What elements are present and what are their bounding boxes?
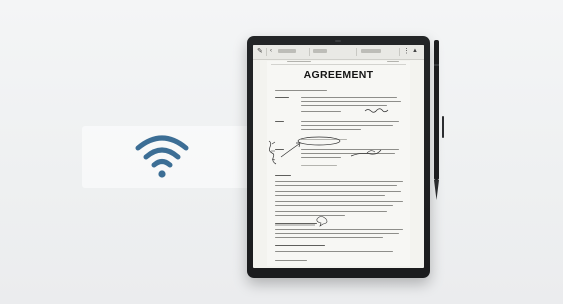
pen-tool-icon[interactable]: ✎	[257, 47, 263, 56]
toolbar-divider	[356, 48, 357, 56]
wifi-icon	[135, 135, 189, 178]
tablet-toolbar: ✎ ‹ ⋮ ▲	[253, 45, 424, 60]
toolbar-tab[interactable]	[278, 49, 296, 53]
toolbar-divider	[399, 48, 400, 56]
menu-icon[interactable]: ⋮	[403, 47, 410, 56]
toolbar-tab[interactable]	[313, 49, 327, 53]
tablet-screen: ✎ ‹ ⋮ ▲ AGREEMENT	[253, 45, 424, 268]
handwritten-annotations	[268, 108, 389, 227]
camera	[335, 40, 341, 42]
toolbar-divider	[266, 48, 267, 56]
toolbar-divider	[309, 48, 310, 56]
device-side-button	[442, 116, 444, 138]
stylus-pen	[434, 40, 439, 200]
e-ink-tablet: ✎ ‹ ⋮ ▲ AGREEMENT	[247, 36, 430, 278]
document-page: AGREEMENT	[267, 61, 410, 266]
up-arrow-icon[interactable]: ▲	[412, 47, 418, 56]
toolbar-tab[interactable]	[361, 49, 381, 53]
back-icon[interactable]: ‹	[270, 47, 272, 56]
